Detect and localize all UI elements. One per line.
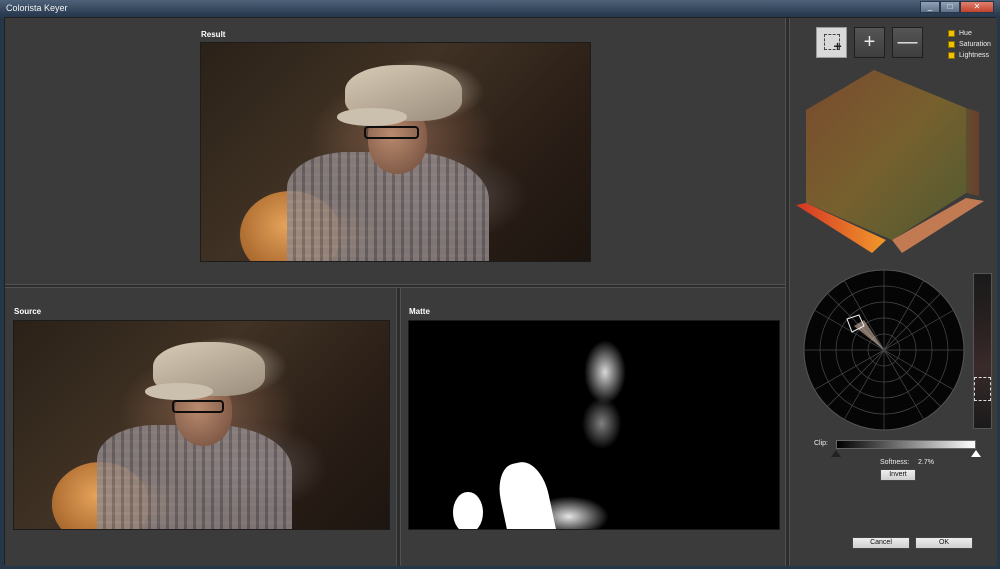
close-button[interactable]: ✕ bbox=[960, 1, 994, 13]
lightness-checkbox[interactable] bbox=[948, 52, 955, 59]
saturation-checkbox-row[interactable]: Saturation bbox=[948, 41, 991, 48]
glasses-shape bbox=[364, 125, 419, 139]
lightness-range-handle[interactable] bbox=[974, 377, 991, 401]
window-controls: _ □ ✕ bbox=[920, 1, 994, 13]
hue-checkbox[interactable] bbox=[948, 30, 955, 37]
hue-checkbox-row[interactable]: Hue bbox=[948, 30, 972, 37]
maximize-button[interactable]: □ bbox=[940, 1, 960, 13]
title-bar[interactable]: Colorista Keyer _ □ ✕ bbox=[0, 0, 1000, 17]
matte-image bbox=[408, 320, 780, 530]
matte-panel: Matte bbox=[401, 288, 785, 566]
lightness-label: Lightness bbox=[959, 52, 989, 59]
app-window: Colorista Keyer _ □ ✕ Result Source Matt… bbox=[0, 0, 1000, 569]
minimize-button[interactable]: _ bbox=[920, 1, 940, 13]
source-label: Source bbox=[14, 307, 42, 316]
matte-hand-region bbox=[453, 491, 483, 529]
glasses-shape bbox=[171, 400, 224, 413]
add-tool-button[interactable]: + bbox=[854, 27, 885, 58]
plus-icon: + bbox=[863, 31, 876, 53]
picker-tool-button[interactable] bbox=[816, 27, 847, 58]
saturation-checkbox[interactable] bbox=[948, 41, 955, 48]
result-panel: Result bbox=[5, 18, 785, 284]
lightness-checkbox-row[interactable]: Lightness bbox=[948, 52, 989, 59]
result-image bbox=[200, 42, 591, 262]
clip-low-handle[interactable] bbox=[831, 450, 841, 457]
keyer-client-area: Result Source Matte + + — Hue Saturation… bbox=[4, 17, 997, 566]
softness-value[interactable]: 2.7% bbox=[918, 459, 934, 466]
clip-high-handle[interactable] bbox=[971, 450, 981, 457]
matte-label: Matte bbox=[409, 307, 430, 316]
clip-gradient-slider[interactable] bbox=[836, 440, 976, 449]
subtract-tool-button[interactable]: — bbox=[892, 27, 923, 58]
minus-icon: — bbox=[897, 31, 918, 53]
clip-label: Clip: bbox=[814, 440, 829, 447]
cube-right-face bbox=[966, 108, 979, 196]
source-panel: Source bbox=[5, 288, 396, 566]
cap-brim-shape bbox=[337, 108, 408, 126]
source-image bbox=[13, 320, 390, 530]
matte-lower-region bbox=[542, 495, 609, 529]
result-label: Result bbox=[201, 30, 226, 39]
keyer-controls-panel: + — Hue Saturation Lightness bbox=[790, 18, 997, 566]
picker-icon bbox=[823, 34, 842, 53]
saturation-label: Saturation bbox=[959, 41, 991, 48]
softness-label: Softness: bbox=[880, 459, 910, 466]
ok-button[interactable]: OK bbox=[915, 537, 973, 549]
matte-face-region bbox=[571, 337, 639, 453]
invert-button[interactable]: Invert bbox=[880, 469, 916, 481]
hsl-color-cube[interactable] bbox=[794, 68, 994, 273]
hue-saturation-wheel[interactable] bbox=[802, 268, 966, 432]
lightness-range-bar[interactable] bbox=[973, 273, 992, 429]
cancel-button[interactable]: Cancel bbox=[852, 537, 910, 549]
hue-label: Hue bbox=[959, 30, 972, 37]
window-title: Colorista Keyer bbox=[6, 3, 68, 13]
cap-brim-shape bbox=[145, 383, 213, 401]
